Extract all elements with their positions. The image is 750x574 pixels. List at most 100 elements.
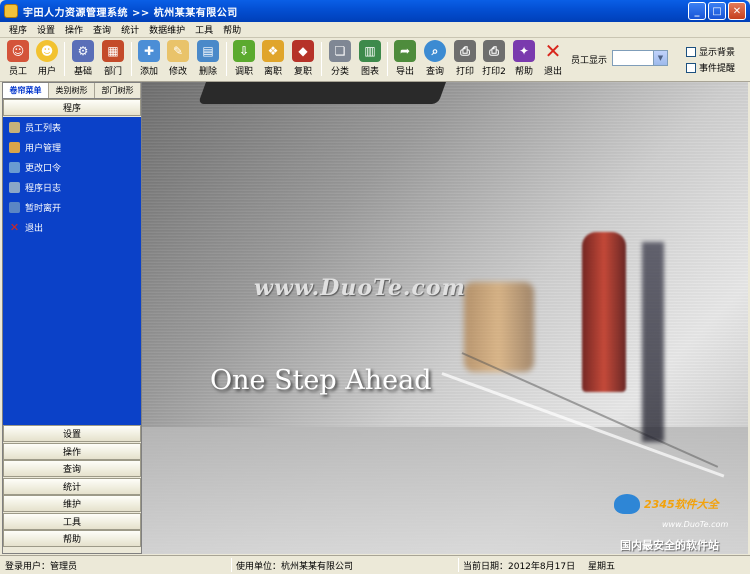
toolbar-delete-button[interactable]: ▤ 删除: [193, 40, 223, 78]
toolbar-separator: [64, 42, 65, 76]
group-header-operation[interactable]: 操作: [3, 442, 141, 460]
toolbar-user-button[interactable]: ☻ 用户: [32, 40, 62, 78]
maximize-button[interactable]: □: [708, 2, 726, 20]
nav-item-label: 退出: [25, 223, 44, 234]
toolbar-label: 复职: [293, 67, 312, 77]
nav-item-label: 员工列表: [25, 123, 62, 134]
printer2-icon: ⎙: [483, 40, 505, 62]
toolbar-chart-button[interactable]: ▥ 图表: [355, 40, 385, 78]
toolbar-help-button[interactable]: ✦ 帮助: [509, 40, 539, 78]
toolbar-basic-button[interactable]: ⚙ 基础: [68, 40, 98, 78]
nav-item-label: 暂时离开: [25, 203, 62, 214]
toolbar-category-button[interactable]: ❏ 分类: [325, 40, 355, 78]
status-unit: 使用单位：杭州某某有限公司: [236, 561, 354, 572]
corner-site: www.DuoTe.com: [662, 520, 729, 529]
menu-operation[interactable]: 操作: [60, 23, 88, 36]
department-icon: ▦: [102, 40, 124, 62]
smiley-user-icon: ☻: [36, 40, 58, 62]
toolbar-label: 员工: [8, 67, 27, 77]
program-log-icon: [9, 181, 20, 193]
toolbar-rehire-button[interactable]: ◆ 复职: [288, 40, 318, 78]
group-header-program[interactable]: 程序: [3, 99, 141, 116]
export-icon: ➦: [394, 40, 416, 62]
help-icon: ✦: [513, 40, 535, 62]
menu-query[interactable]: 查询: [88, 23, 116, 36]
toolbar-edit-button[interactable]: ✎ 修改: [163, 40, 193, 78]
nav-item-change-password[interactable]: 更改口令: [3, 157, 141, 177]
group-header-query[interactable]: 查询: [3, 460, 141, 477]
tab-roller-menu[interactable]: 卷帘菜单: [3, 83, 49, 98]
toolbar-label: 修改: [168, 67, 187, 77]
title-bar: 宇田人力资源管理系统 >> 杭州某某有限公司 _ □ ✕: [0, 0, 750, 22]
nav-item-label: 用户管理: [25, 143, 62, 154]
employee-list-icon: [9, 121, 20, 133]
close-button[interactable]: ✕: [728, 2, 746, 20]
toolbar-separator: [387, 42, 388, 76]
toolbar-department-button[interactable]: ▦ 部门: [98, 40, 128, 78]
status-weekday: 星期五: [588, 561, 616, 572]
nav-item-program-log[interactable]: 程序日志: [3, 177, 141, 197]
group-header-maintenance[interactable]: 维护: [3, 495, 141, 512]
toolbar-label: 分类: [330, 67, 349, 77]
toolbar-employee-button[interactable]: ☺ 员工: [3, 40, 33, 78]
toolbar-resign-button[interactable]: ❖ 离职: [258, 40, 288, 78]
gears-icon: ⚙: [72, 40, 94, 62]
toolbar-label: 帮助: [514, 67, 533, 77]
app-icon: [4, 4, 18, 18]
checkbox-box[interactable]: [686, 62, 696, 73]
window-controls: _ □ ✕: [688, 2, 746, 20]
tab-department-tree[interactable]: 部门树形: [95, 83, 141, 98]
toolbar-label: 图表: [360, 67, 379, 77]
menu-data-maintenance[interactable]: 数据维护: [144, 23, 190, 36]
toolbar-exit-button[interactable]: ✕ 退出: [538, 39, 568, 78]
user-manage-icon: [9, 141, 20, 153]
add-document-icon: ✚: [138, 40, 160, 62]
away-icon: [9, 201, 20, 213]
menu-help[interactable]: 帮助: [218, 23, 246, 36]
toolbar-search-button[interactable]: ⌕ 查询: [420, 40, 450, 78]
left-panel-tabs: 卷帘菜单 类别树形 部门树形: [3, 83, 141, 99]
chevron-down-icon[interactable]: ▼: [653, 51, 667, 65]
change-password-icon: [9, 161, 20, 173]
event-reminder-checkbox[interactable]: 事件提醒: [686, 61, 735, 74]
corner-tagline: 国内最安全的软件站: [620, 539, 719, 552]
menu-statistics[interactable]: 统计: [116, 23, 144, 36]
toolbar-transfer-button[interactable]: ⇩ 调职: [229, 40, 259, 78]
toolbar-label: 基础: [73, 67, 92, 77]
left-panel: 卷帘菜单 类别树形 部门树形 程序 员工列表 用户管理 更改口令 程序日志 暂时…: [2, 82, 142, 554]
corner-brand: 2345软件大全: [644, 498, 719, 511]
nav-item-employee-list[interactable]: 员工列表: [3, 117, 141, 137]
toolbar-export-button[interactable]: ➦ 导出: [390, 40, 420, 78]
group-header-help[interactable]: 帮助: [3, 530, 141, 547]
tab-category-tree[interactable]: 类别树形: [49, 83, 95, 98]
toolbar-label: 打印2: [482, 67, 506, 77]
category-pages-icon: ❏: [329, 40, 351, 62]
menu-settings[interactable]: 设置: [32, 23, 60, 36]
checkbox-label: 显示背景: [699, 48, 736, 58]
group-header-statistics[interactable]: 统计: [3, 477, 141, 495]
status-login-user: 登录用户：管理员: [5, 561, 78, 572]
status-divider: [231, 558, 232, 572]
toolbar-label: 打印: [455, 67, 474, 77]
blurred-figure-red: [582, 232, 626, 392]
nav-item-user-manage[interactable]: 用户管理: [3, 137, 141, 157]
keyboard-photo: [197, 82, 447, 104]
nav-item-away[interactable]: 暂时离开: [3, 197, 141, 217]
group-header-settings[interactable]: 设置: [3, 425, 141, 442]
menu-tools[interactable]: 工具: [190, 23, 218, 36]
watermark-text: www.DuoTe.com: [254, 275, 466, 301]
status-divider: [458, 558, 459, 572]
minimize-button[interactable]: _: [688, 2, 706, 20]
checkbox-box[interactable]: [686, 46, 696, 57]
printer-icon: ⎙: [454, 40, 476, 62]
delete-image-icon: ▤: [197, 40, 219, 62]
group-header-tools[interactable]: 工具: [3, 512, 141, 530]
toolbar-label: 部门: [103, 67, 122, 77]
show-background-checkbox[interactable]: 显示背景: [686, 45, 735, 58]
toolbar-print-button[interactable]: ⎙ 打印: [450, 40, 480, 78]
menu-program[interactable]: 程序: [4, 23, 32, 36]
nav-item-exit[interactable]: ✕ 退出: [3, 217, 141, 237]
toolbar-add-button[interactable]: ✚ 添加: [134, 40, 164, 78]
toolbar-print2-button[interactable]: ⎙ 打印2: [479, 40, 509, 78]
employee-display-select[interactable]: ▼: [612, 50, 668, 66]
